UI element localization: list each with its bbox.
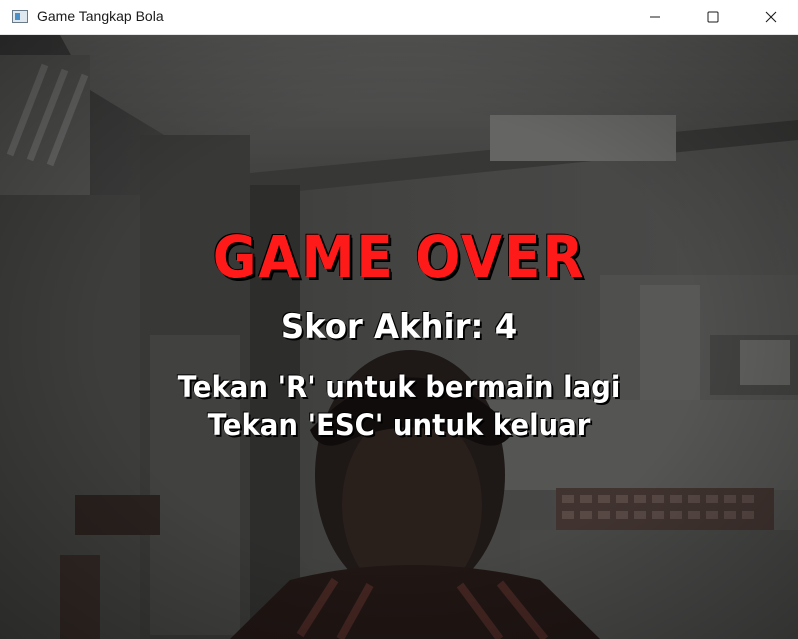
game-over-title: GAME OVER [212, 223, 586, 291]
minimize-button[interactable] [626, 0, 684, 34]
app-window: Game Tangkap Bola GAME OVER Skor Akhir: … [0, 0, 798, 639]
restart-hint: Tekan 'R' untuk bermain lagi [177, 370, 621, 404]
final-score: Skor Akhir: 4 [280, 307, 518, 347]
camera-view: GAME OVER Skor Akhir: 4 Tekan 'R' untuk … [0, 35, 798, 639]
minimize-icon [650, 16, 660, 18]
close-icon [765, 11, 777, 23]
maximize-button[interactable] [684, 0, 742, 34]
maximize-icon [707, 11, 719, 23]
title-bar[interactable]: Game Tangkap Bola [0, 0, 798, 35]
window-title: Game Tangkap Bola [37, 8, 164, 24]
exit-hint: Tekan 'ESC' untuk keluar [207, 408, 591, 442]
app-icon [12, 10, 28, 23]
close-button[interactable] [742, 0, 798, 34]
